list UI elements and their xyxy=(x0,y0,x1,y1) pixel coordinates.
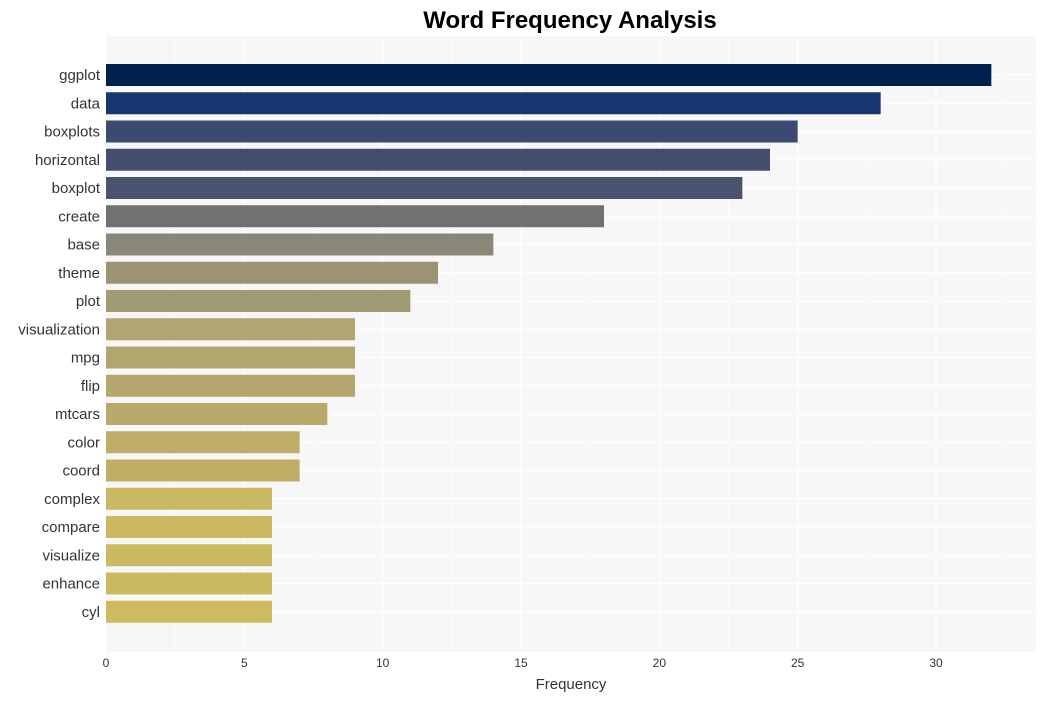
bar-theme xyxy=(106,261,438,284)
bar-boxplots xyxy=(106,120,798,143)
bar-coord xyxy=(106,459,300,482)
bar-flip xyxy=(106,374,355,397)
y-tick-label: data xyxy=(71,95,101,112)
y-tick-label: flip xyxy=(81,378,100,395)
y-tick-label: visualization xyxy=(18,321,100,338)
bar-base xyxy=(106,233,494,256)
y-tick-label: ggplot xyxy=(59,67,101,84)
y-tick-label: visualize xyxy=(42,547,100,564)
bar-visualization xyxy=(106,318,355,341)
y-tick-label: boxplot xyxy=(52,180,101,197)
bar-complex xyxy=(106,487,272,510)
bar-boxplot xyxy=(106,177,743,199)
y-tick-label: compare xyxy=(42,519,100,536)
x-tick-label: 15 xyxy=(514,656,528,670)
bar-plot xyxy=(106,290,411,312)
bar-enhance xyxy=(106,572,272,595)
x-tick-label: 30 xyxy=(929,656,943,670)
y-tick-label: color xyxy=(67,434,100,451)
x-axis-label: Frequency xyxy=(536,676,607,693)
x-tick-label: 10 xyxy=(376,656,390,670)
bar-mpg xyxy=(106,346,355,369)
chart-title: Word Frequency Analysis xyxy=(423,7,716,34)
y-tick-label: create xyxy=(58,208,100,225)
y-tick-label: base xyxy=(67,237,100,254)
y-tick-label: mpg xyxy=(71,350,100,367)
bar-horizontal xyxy=(106,148,770,171)
x-tick-label: 0 xyxy=(103,656,110,670)
bar-data xyxy=(106,92,881,115)
bar-ggplot xyxy=(106,64,992,86)
y-tick-label: complex xyxy=(44,491,100,508)
bar-visualize xyxy=(106,544,272,567)
y-tick-label: cyl xyxy=(82,604,100,621)
bar-color xyxy=(106,431,300,454)
x-tick-label: 20 xyxy=(653,656,667,670)
bar-create xyxy=(106,205,604,228)
y-tick-label: mtcars xyxy=(55,406,100,423)
y-tick-label: horizontal xyxy=(35,152,100,169)
y-tick-label: enhance xyxy=(42,576,100,593)
y-tick-labels: ggplot data boxplots horizontal boxplot creat… xyxy=(18,67,101,621)
x-tick-label: 25 xyxy=(791,656,805,670)
bar-mtcars xyxy=(106,403,328,425)
y-tick-label: boxplots xyxy=(44,124,100,141)
y-tick-label: theme xyxy=(58,265,100,282)
x-tick-labels: 0 5 10 15 20 25 30 xyxy=(103,656,943,670)
bar-cyl xyxy=(106,600,272,623)
x-tick-label: 5 xyxy=(241,656,248,670)
bar-compare xyxy=(106,516,272,538)
y-tick-label: plot xyxy=(76,293,101,310)
y-tick-label: coord xyxy=(62,463,100,480)
word-frequency-chart: Word Frequency Analysis ggplot data boxplo… xyxy=(18,7,1036,693)
